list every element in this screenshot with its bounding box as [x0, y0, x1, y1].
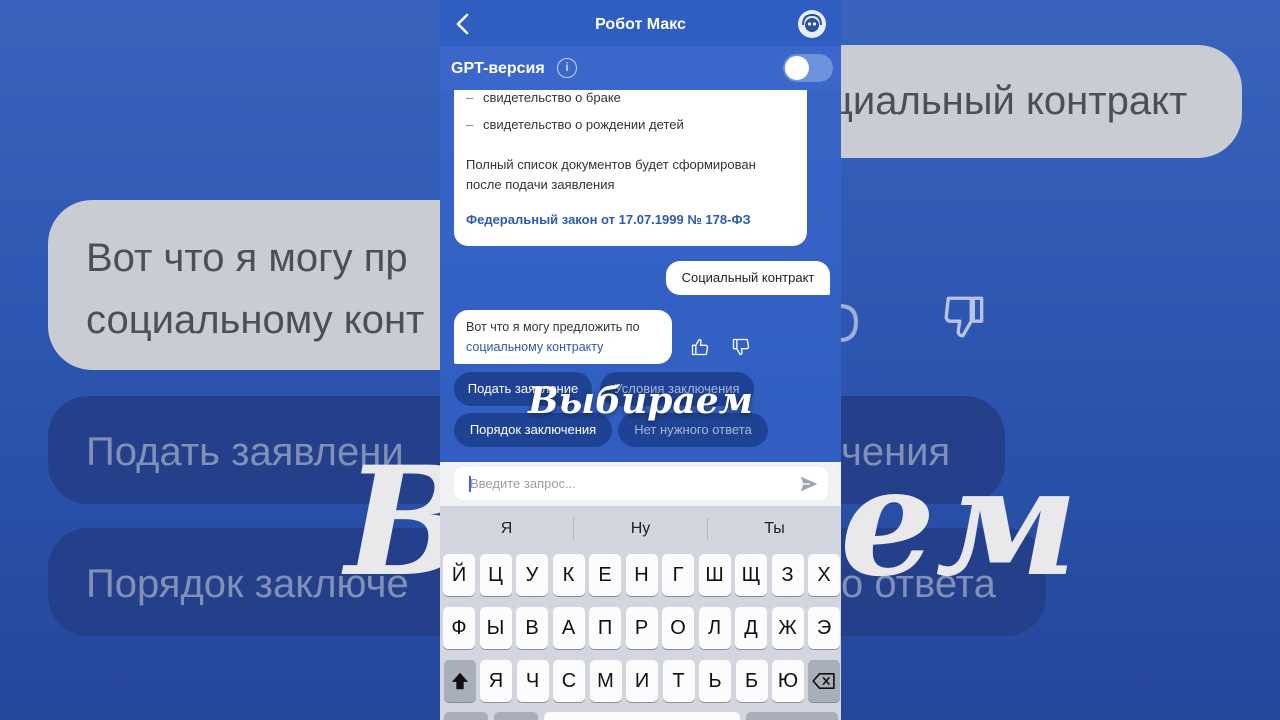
- shift-icon: [451, 672, 469, 690]
- key[interactable]: Д: [735, 607, 767, 649]
- gpt-version-bar: GPT-версия i: [440, 46, 841, 90]
- list-item: – свидетельство о рождении детей: [466, 117, 684, 132]
- key[interactable]: Ч: [516, 660, 549, 702]
- thumbs-up-icon[interactable]: [690, 337, 710, 357]
- list-item-text: свидетельство о браке: [483, 90, 621, 105]
- key[interactable]: Э: [808, 607, 840, 649]
- key[interactable]: З: [771, 554, 804, 596]
- key[interactable]: Ы: [479, 607, 512, 649]
- note-line: Полный список документов будет сформиров…: [466, 157, 756, 172]
- key[interactable]: Е: [589, 554, 621, 596]
- key[interactable]: Т: [662, 660, 695, 702]
- law-link[interactable]: Федеральный закон от 17.07.1999 № 178-ФЗ: [466, 212, 751, 227]
- thumbs-down-icon[interactable]: [731, 337, 751, 357]
- key[interactable]: Ш: [698, 554, 731, 596]
- bg-text: социальному конт: [86, 298, 425, 342]
- suggestion[interactable]: Ну: [574, 520, 707, 538]
- user-message: Социальный контракт: [666, 261, 830, 295]
- numbers-key[interactable]: [444, 712, 488, 720]
- toggle-knob: [785, 56, 809, 80]
- bg-dislike-icon: [944, 296, 984, 338]
- return-key[interactable]: [746, 712, 838, 720]
- backspace-key[interactable]: [808, 660, 840, 702]
- list-item: – свидетельство о браке: [466, 90, 621, 105]
- key[interactable]: Й: [443, 554, 475, 596]
- globe-key[interactable]: [494, 712, 538, 720]
- video-caption: Выбираем: [528, 380, 753, 422]
- list-item-text: свидетельство о рождении детей: [483, 117, 684, 132]
- robot-avatar[interactable]: [798, 10, 826, 38]
- space-key[interactable]: [544, 712, 740, 720]
- key[interactable]: М: [589, 660, 622, 702]
- bot-message-line: Вот что я могу предложить по: [466, 320, 640, 334]
- onscreen-keyboard: Я Ну Ты ЙЦУКЕНГШЩЗХФЫВАПРОЛДЖЭЯЧСМИТЬБЮ: [440, 506, 841, 720]
- backspace-icon: [812, 672, 835, 690]
- key[interactable]: С: [553, 660, 585, 702]
- suggestion[interactable]: Ты: [708, 520, 841, 538]
- bot-message-line: социальному контракту: [466, 340, 604, 354]
- key[interactable]: Щ: [735, 554, 767, 596]
- key[interactable]: Л: [698, 607, 731, 649]
- bg-like-icon: [839, 304, 859, 342]
- gpt-version-label: GPT-версия: [451, 60, 545, 77]
- phone-screen: Робот Макс GPT-версия i – свидетельство о…: [440, 0, 841, 720]
- key[interactable]: Х: [808, 554, 840, 596]
- key[interactable]: Ю: [772, 660, 804, 702]
- shift-key[interactable]: [444, 660, 476, 702]
- key[interactable]: О: [662, 607, 694, 649]
- key[interactable]: Ф: [443, 607, 475, 649]
- key[interactable]: А: [552, 607, 585, 649]
- bg-text: циальный контракт: [830, 79, 1188, 123]
- app-header: Робот Макс: [440, 0, 841, 46]
- input-bar: Введите запрос...: [440, 462, 841, 506]
- bg-text: Вот что я могу пр: [86, 236, 408, 280]
- key[interactable]: В: [516, 607, 548, 649]
- key[interactable]: П: [589, 607, 621, 649]
- query-input[interactable]: Введите запрос...: [454, 467, 828, 500]
- key[interactable]: К: [552, 554, 585, 596]
- key[interactable]: Ь: [699, 660, 731, 702]
- chat-area: – свидетельство о браке – свидетельство о …: [440, 90, 841, 462]
- page-title: Робот Макс: [595, 16, 686, 33]
- gpt-version-toggle[interactable]: [783, 54, 833, 82]
- send-icon[interactable]: [798, 473, 820, 495]
- bg-caption-right: ем: [840, 434, 1079, 610]
- bullet: –: [466, 90, 474, 105]
- key[interactable]: Р: [625, 607, 658, 649]
- key[interactable]: Г: [662, 554, 694, 596]
- documents-note: Полный список документов будет сформиров…: [466, 155, 796, 195]
- bg-bot-bubble: Вот что я могу пр социальному конт: [48, 200, 460, 370]
- suggestion[interactable]: Я: [440, 520, 573, 538]
- key[interactable]: Ж: [771, 607, 804, 649]
- key[interactable]: Я: [480, 660, 512, 702]
- note-line: после подачи заявления: [466, 177, 615, 192]
- key[interactable]: У: [516, 554, 548, 596]
- key[interactable]: Б: [735, 660, 768, 702]
- key[interactable]: Ц: [479, 554, 512, 596]
- info-icon[interactable]: i: [557, 58, 577, 78]
- key[interactable]: И: [626, 660, 658, 702]
- bullet: –: [466, 117, 474, 132]
- key[interactable]: Н: [625, 554, 658, 596]
- bot-documents-card: – свидетельство о браке – свидетельство о …: [454, 90, 807, 246]
- query-placeholder: Введите запрос...: [470, 476, 576, 491]
- robot-icon: [802, 13, 822, 32]
- bot-message: Вот что я могу предложить по социальному…: [454, 310, 672, 364]
